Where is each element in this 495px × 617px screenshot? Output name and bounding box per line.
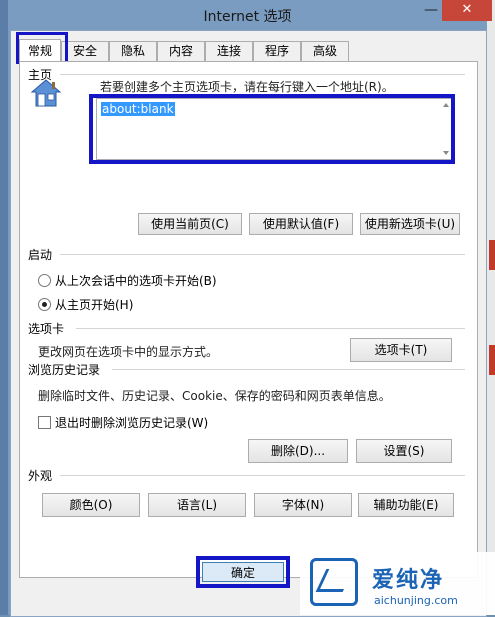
delete-on-exit-checkbox[interactable]: 退出时删除浏览历史记录(W) (38, 414, 208, 431)
background-decoration (489, 345, 495, 375)
checkbox[interactable] (38, 416, 51, 429)
colors-button[interactable]: 颜色(O) (42, 493, 140, 517)
background-edge (0, 0, 8, 615)
history-description: 删除临时文件、历史记录、Cookie、保存的密码和网页表单信息。 (38, 389, 391, 403)
radio-label: 从主页开始(H) (55, 298, 134, 312)
startup-group-title: 启动 (28, 248, 53, 262)
group-divider (60, 254, 465, 255)
radio-label: 从上次会话中的选项卡开始(B) (55, 274, 217, 288)
tab-advanced[interactable]: 高级 (301, 41, 349, 61)
internet-options-dialog: 常规 安全 隐私 内容 连接 程序 高级 主页 若要创建多个主页选项卡，请在每行… (10, 30, 487, 617)
group-divider (60, 74, 465, 75)
logo-icon (310, 558, 358, 606)
tab-content[interactable]: 内容 (157, 41, 205, 61)
tab-highlight-box (16, 32, 68, 64)
tab-privacy[interactable]: 隐私 (109, 41, 157, 61)
delete-history-button[interactable]: 删除(D)... (248, 439, 348, 463)
watermark-text: 爱纯净 (372, 568, 445, 593)
accessibility-button[interactable]: 辅助功能(E) (358, 493, 454, 517)
radio-button[interactable] (38, 274, 51, 287)
tab-connections[interactable]: 连接 (205, 41, 253, 61)
tab-programs[interactable]: 程序 (253, 41, 301, 61)
group-divider (60, 475, 465, 476)
use-new-tab-button[interactable]: 使用新选项卡(U) (360, 213, 460, 235)
history-settings-button[interactable]: 设置(S) (356, 439, 452, 463)
window-title: Internet 选项 (203, 9, 292, 25)
close-button[interactable]: ✕ (442, 0, 492, 21)
use-current-button[interactable]: 使用当前页(C) (138, 213, 242, 235)
watermark-url: aichunjing.com (374, 594, 458, 607)
homepage-highlight-box (89, 94, 455, 164)
tab-security[interactable]: 安全 (61, 41, 109, 61)
tabs-description: 更改网页在选项卡中的显示方式。 (38, 345, 219, 359)
title-bar: Internet 选项 — ✕ (8, 0, 492, 30)
ok-button-highlight: 确定 (196, 556, 290, 588)
group-divider (112, 369, 465, 370)
ok-button[interactable]: 确定 (202, 562, 284, 582)
radio-homepage[interactable]: 从主页开始(H) (38, 296, 133, 313)
checkbox-label: 退出时删除浏览历史记录(W) (55, 416, 209, 430)
use-default-button[interactable]: 使用默认值(F) (249, 213, 353, 235)
house-icon (30, 79, 62, 107)
tabs-settings-button[interactable]: 选项卡(T) (350, 338, 452, 362)
minimize-button[interactable]: — (420, 2, 442, 20)
languages-button[interactable]: 语言(L) (148, 493, 246, 517)
radio-button-selected[interactable] (38, 298, 51, 311)
background-edge-right (486, 0, 495, 615)
homepage-hint: 若要创建多个主页选项卡，请在每行键入一个地址(R)。 (100, 80, 394, 94)
background-decoration (489, 240, 495, 270)
radio-last-session[interactable]: 从上次会话中的选项卡开始(B) (38, 272, 217, 289)
appearance-group-title: 外观 (28, 469, 53, 483)
group-divider (76, 328, 465, 329)
tabs-group-title: 选项卡 (28, 322, 65, 336)
history-group-title: 浏览历史记录 (28, 363, 101, 377)
watermark-logo: 爱纯净 aichunjing.com (300, 552, 495, 615)
general-tab-panel: 主页 若要创建多个主页选项卡，请在每行键入一个地址(R)。 about:blan… (19, 61, 478, 578)
fonts-button[interactable]: 字体(N) (254, 493, 352, 517)
